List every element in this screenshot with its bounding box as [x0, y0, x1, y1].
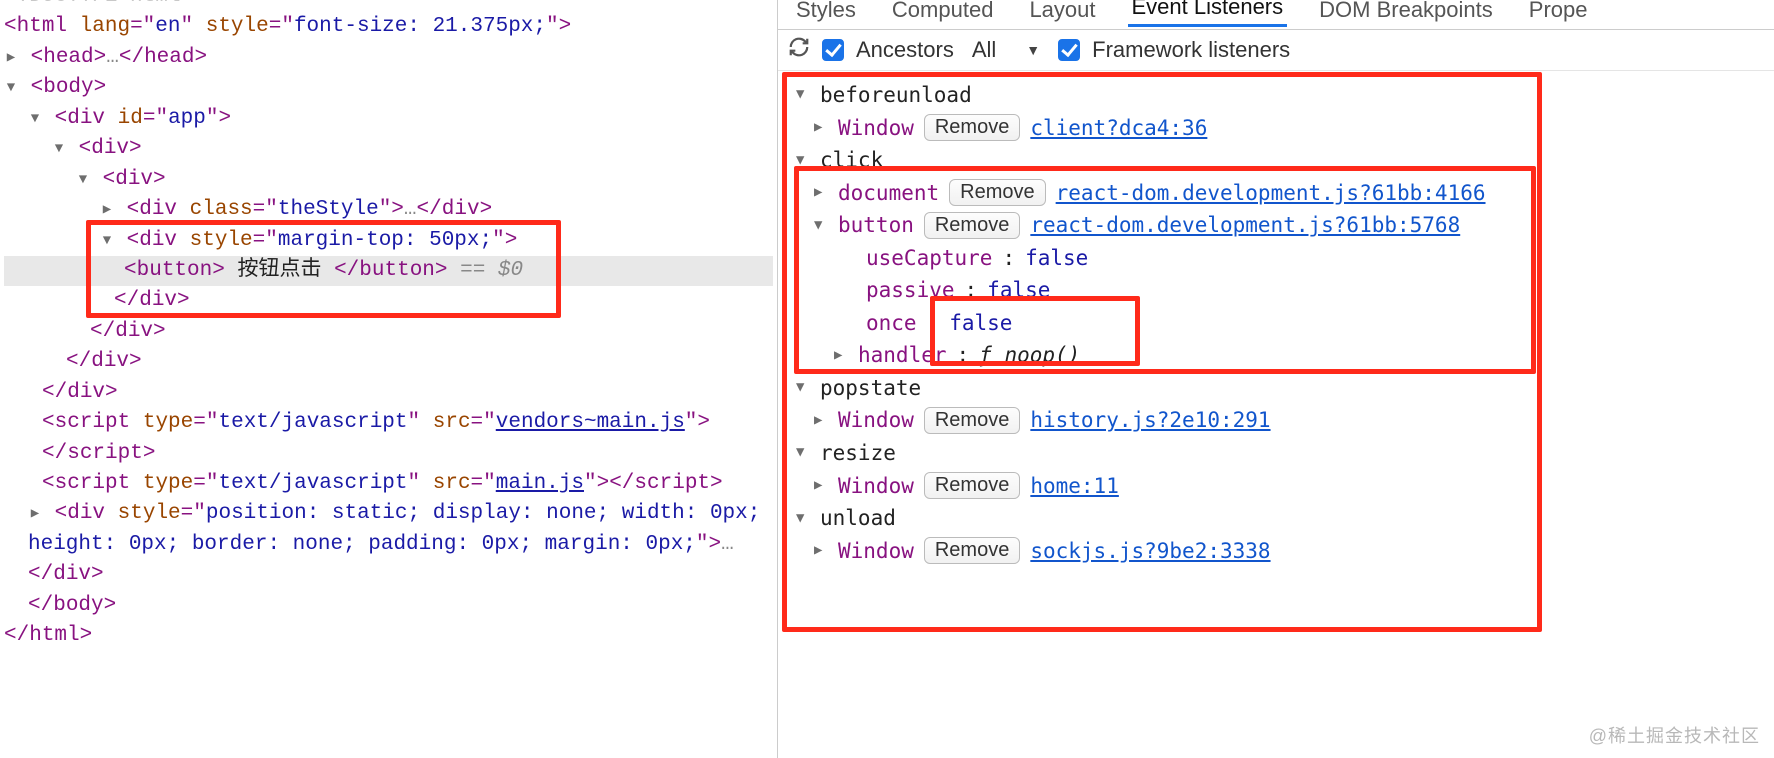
- collapse-arrow[interactable]: ▼: [4, 78, 18, 98]
- expand-arrow[interactable]: ▶: [814, 475, 828, 497]
- hidden-div-close[interactable]: </div>: [4, 560, 773, 590]
- tab-layout[interactable]: Layout: [1025, 0, 1099, 27]
- tab-event-listeners[interactable]: Event Listeners: [1128, 0, 1288, 27]
- listener-row[interactable]: ▶ Window Remove sockjs.js?9be2:3338: [796, 535, 1766, 568]
- sidebar-panel: Styles Computed Layout Event Listeners D…: [778, 0, 1774, 758]
- listener-row[interactable]: ▶ Window Remove home:11: [796, 470, 1766, 503]
- watermark: @稀土掘金技术社区: [1589, 722, 1760, 748]
- app-close[interactable]: </div>: [4, 378, 773, 408]
- remove-button[interactable]: Remove: [949, 179, 1045, 206]
- source-link[interactable]: home:11: [1030, 470, 1119, 503]
- listener-prop: passive: false: [796, 274, 1766, 307]
- expand-arrow[interactable]: ▶: [28, 504, 42, 524]
- collapse-arrow[interactable]: ▼: [76, 170, 90, 190]
- expand-arrow[interactable]: ▶: [814, 182, 828, 204]
- expand-arrow[interactable]: ▶: [814, 117, 828, 139]
- listener-prop[interactable]: ▶ handler: ƒ noop(): [796, 339, 1766, 372]
- div-close-1[interactable]: </div>: [4, 347, 773, 377]
- remove-button[interactable]: Remove: [924, 114, 1020, 141]
- html-open[interactable]: <html lang="en" style="font-size: 21.375…: [4, 12, 773, 42]
- scope-dropdown[interactable]: All ▼: [966, 37, 1046, 63]
- hidden-div[interactable]: ▶ <div style="position: static; display:…: [4, 499, 773, 529]
- expand-arrow[interactable]: ▶: [4, 48, 18, 68]
- expand-arrow[interactable]: ▶: [814, 540, 828, 562]
- event-popstate[interactable]: ▼ popstate: [796, 372, 1766, 405]
- script-vendors-close[interactable]: </script>: [4, 439, 773, 469]
- html-close[interactable]: </html>: [4, 621, 773, 651]
- collapse-arrow[interactable]: ▼: [796, 84, 810, 106]
- listener-row[interactable]: ▶ document Remove react-dom.development.…: [796, 177, 1766, 210]
- event-resize[interactable]: ▼ resize: [796, 437, 1766, 470]
- remove-button[interactable]: Remove: [924, 212, 1020, 239]
- elements-panel[interactable]: <!DOCTYPE html> <html lang="en" style="f…: [0, 0, 778, 758]
- event-beforeunload[interactable]: ▼ beforeunload: [796, 79, 1766, 112]
- listener-row[interactable]: ▼ button Remove react-dom.development.js…: [796, 209, 1766, 242]
- script-vendors[interactable]: <script type="text/javascript" src="vend…: [4, 408, 773, 438]
- event-unload[interactable]: ▼ unload: [796, 502, 1766, 535]
- collapse-arrow[interactable]: ▼: [814, 215, 828, 237]
- tab-computed[interactable]: Computed: [888, 0, 998, 27]
- framework-label: Framework listeners: [1092, 37, 1290, 63]
- collapse-arrow[interactable]: ▼: [796, 508, 810, 530]
- button-node[interactable]: <button> 按钮点击 </button> == $0: [4, 256, 773, 286]
- body-open[interactable]: ▼ <body>: [4, 73, 773, 103]
- collapse-arrow[interactable]: ▼: [796, 150, 810, 172]
- expand-arrow[interactable]: ▶: [814, 410, 828, 432]
- collapse-arrow[interactable]: ▼: [100, 231, 114, 251]
- listener-row[interactable]: ▶ Window Remove history.js?2e10:291: [796, 404, 1766, 437]
- listener-row[interactable]: ▶ Window Remove client?dca4:36: [796, 112, 1766, 145]
- sidebar-tabs: Styles Computed Layout Event Listeners D…: [778, 0, 1774, 30]
- source-link[interactable]: react-dom.development.js?61bb:5768: [1030, 209, 1460, 242]
- refresh-icon[interactable]: [788, 36, 810, 64]
- event-click[interactable]: ▼ click: [796, 144, 1766, 177]
- expand-arrow[interactable]: ▶: [100, 200, 114, 220]
- tab-properties[interactable]: Prope: [1525, 0, 1592, 27]
- source-link[interactable]: react-dom.development.js?61bb:4166: [1056, 177, 1486, 210]
- div-open-1[interactable]: ▼ <div>: [4, 134, 773, 164]
- framework-checkbox[interactable]: [1058, 39, 1080, 61]
- hidden-div-cont[interactable]: height: 0px; border: none; padding: 0px;…: [4, 530, 773, 560]
- thestyle-div[interactable]: ▶ <div class="theStyle">…</div>: [4, 195, 773, 225]
- remove-button[interactable]: Remove: [924, 407, 1020, 434]
- listener-prop: useCapture: false: [796, 242, 1766, 275]
- event-listeners-toolbar: Ancestors All ▼ Framework listeners: [778, 30, 1774, 71]
- chevron-down-icon: ▼: [1026, 42, 1040, 58]
- ancestors-checkbox[interactable]: [822, 39, 844, 61]
- div-open-2[interactable]: ▼ <div>: [4, 165, 773, 195]
- event-listener-tree[interactable]: ▼ beforeunload ▶ Window Remove client?dc…: [778, 71, 1774, 575]
- source-link[interactable]: history.js?2e10:291: [1030, 404, 1270, 437]
- collapse-arrow[interactable]: ▼: [796, 377, 810, 399]
- tab-styles[interactable]: Styles: [792, 0, 860, 27]
- app-div[interactable]: ▼ <div id="app">: [4, 104, 773, 134]
- remove-button[interactable]: Remove: [924, 537, 1020, 564]
- head-line[interactable]: ▶ <head>…</head>: [4, 43, 773, 73]
- margin-div-open[interactable]: ▼ <div style="margin-top: 50px;">: [4, 226, 773, 256]
- remove-button[interactable]: Remove: [924, 472, 1020, 499]
- margin-div-close[interactable]: </div>: [4, 286, 773, 316]
- collapse-arrow[interactable]: ▼: [28, 109, 42, 129]
- body-close[interactable]: </body>: [4, 591, 773, 621]
- source-link[interactable]: sockjs.js?9be2:3338: [1030, 535, 1270, 568]
- script-main[interactable]: <script type="text/javascript" src="main…: [4, 469, 773, 499]
- collapse-arrow[interactable]: ▼: [52, 139, 66, 159]
- div-close-2[interactable]: </div>: [4, 317, 773, 347]
- tab-dom-breakpoints[interactable]: DOM Breakpoints: [1315, 0, 1497, 27]
- listener-prop: once: false: [796, 307, 1766, 340]
- expand-arrow[interactable]: ▶: [834, 345, 848, 367]
- doctype-line: <!DOCTYPE html>: [4, 0, 773, 12]
- ancestors-label: Ancestors: [856, 37, 954, 63]
- collapse-arrow[interactable]: ▼: [796, 442, 810, 464]
- source-link[interactable]: client?dca4:36: [1030, 112, 1207, 145]
